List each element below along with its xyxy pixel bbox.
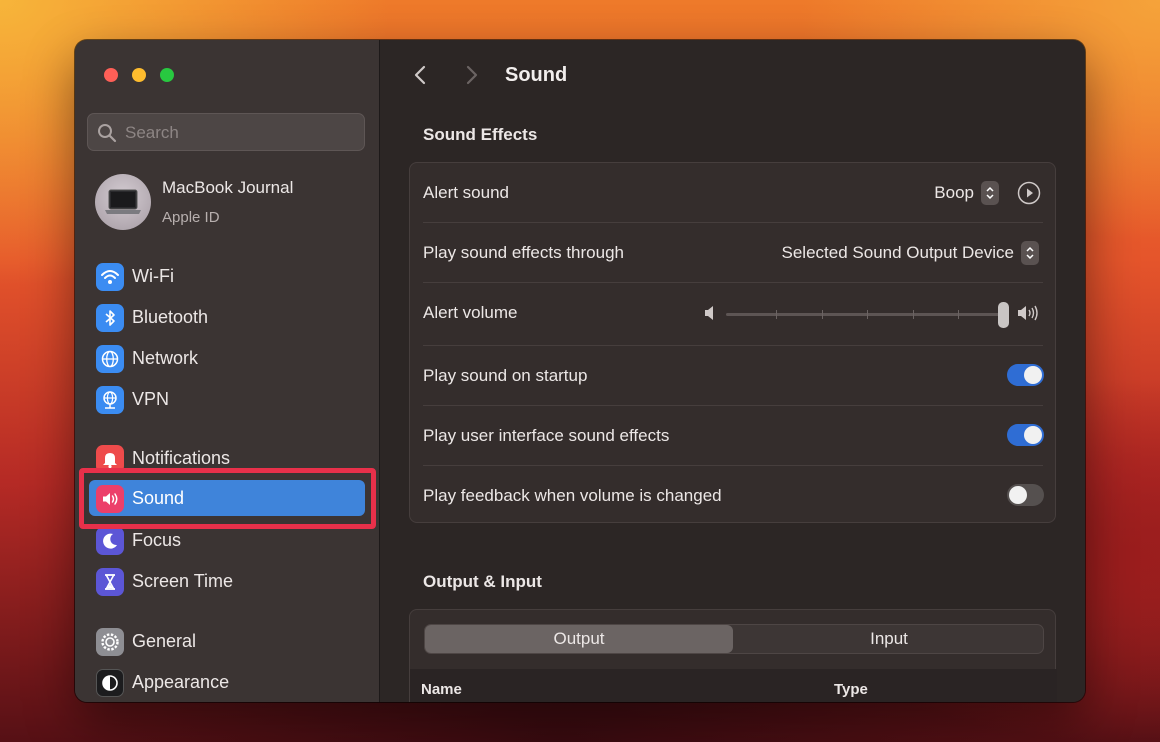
forward-chevron-icon[interactable] xyxy=(460,64,482,86)
search-placeholder: Search xyxy=(125,123,179,142)
sidebar-item-label: Focus xyxy=(132,530,182,550)
slider-thumb[interactable] xyxy=(998,302,1009,328)
ui-sound-effects-toggle[interactable] xyxy=(1007,424,1044,446)
sidebar-item-appearance[interactable]: Appearance xyxy=(89,664,365,700)
system-settings-window: Search MacBook Journal Apple ID Wi-Fi Bl… xyxy=(75,40,1085,702)
main-pane: Sound Sound Effects Alert sound Boop Pla… xyxy=(380,40,1085,702)
alert-volume-slider[interactable] xyxy=(726,300,1009,330)
volume-high-icon xyxy=(1018,305,1038,321)
slider-tick xyxy=(776,310,777,319)
sidebar-item-label: Wi-Fi xyxy=(132,266,174,286)
play-effects-through-value[interactable]: Selected Sound Output Device xyxy=(782,243,1014,263)
account-subtitle: Apple ID xyxy=(162,209,220,226)
highlight-annotation-box xyxy=(79,468,376,529)
updown-chevron-icon xyxy=(1026,246,1034,260)
laptop-icon xyxy=(105,189,141,214)
sidebar-item-label: General xyxy=(132,631,197,651)
account-name: MacBook Journal xyxy=(162,178,294,197)
sidebar-item-screen-time[interactable]: Screen Time xyxy=(89,563,365,599)
sidebar-item-label: Notifications xyxy=(132,448,231,468)
sidebar-item-wifi[interactable]: Wi-Fi xyxy=(89,258,365,294)
volume-feedback-label: Play feedback when volume is changed xyxy=(423,486,722,505)
section-title-output-input: Output & Input xyxy=(423,572,542,591)
slider-tick xyxy=(958,310,959,319)
tab-input[interactable]: Input xyxy=(735,625,1043,653)
gear-icon xyxy=(96,628,124,656)
page-title: Sound xyxy=(505,64,568,86)
play-icon[interactable] xyxy=(1017,181,1041,205)
column-header-type[interactable]: Type xyxy=(834,681,868,698)
alert-volume-row: Alert volume xyxy=(410,283,1057,345)
alert-volume-label: Alert volume xyxy=(423,303,518,322)
alert-sound-label: Alert sound xyxy=(423,183,509,202)
toggle-knob xyxy=(1009,486,1027,504)
play-effects-through-popup-button[interactable] xyxy=(1021,241,1039,265)
apple-id-account[interactable]: MacBook Journal Apple ID xyxy=(95,174,365,234)
toggle-knob xyxy=(1024,366,1042,384)
search-input[interactable]: Search xyxy=(87,113,365,151)
alert-sound-value[interactable]: Boop xyxy=(934,183,974,203)
updown-chevron-icon xyxy=(986,186,994,200)
zoom-window-button[interactable] xyxy=(160,68,174,82)
tab-output[interactable]: Output xyxy=(425,625,733,653)
wifi-icon xyxy=(96,263,124,291)
sidebar-item-general[interactable]: General xyxy=(89,623,365,659)
avatar xyxy=(95,174,151,230)
sidebar-item-label: Appearance xyxy=(132,672,230,692)
back-chevron-icon[interactable] xyxy=(410,64,432,86)
output-input-card: Output Input Name Type xyxy=(409,609,1057,702)
play-effects-through-row: Play sound effects through Selected Soun… xyxy=(410,223,1057,282)
device-table-header: Name Type xyxy=(410,669,1057,702)
slider-tick xyxy=(913,310,914,319)
alert-sound-row: Alert sound Boop xyxy=(410,163,1057,222)
vpn-globe-icon xyxy=(96,386,124,414)
sidebar-item-label: VPN xyxy=(132,389,170,409)
volume-feedback-row: Play feedback when volume is changed xyxy=(410,466,1057,523)
sidebar-item-label: Network xyxy=(132,348,199,368)
sidebar-item-label: Bluetooth xyxy=(132,307,209,327)
slider-tick xyxy=(867,310,868,319)
sidebar-item-network[interactable]: Network xyxy=(89,340,365,376)
toggle-knob xyxy=(1024,426,1042,444)
startup-sound-row: Play sound on startup xyxy=(410,346,1057,405)
close-window-button[interactable] xyxy=(104,68,118,82)
column-header-name[interactable]: Name xyxy=(421,681,462,698)
startup-sound-label: Play sound on startup xyxy=(423,366,588,385)
hourglass-icon xyxy=(96,568,124,596)
ui-sound-effects-row: Play user interface sound effects xyxy=(410,406,1057,465)
play-effects-through-label: Play sound effects through xyxy=(423,243,624,262)
moon-icon xyxy=(96,527,124,555)
search-icon xyxy=(98,124,117,143)
globe-icon xyxy=(96,345,124,373)
startup-sound-toggle[interactable] xyxy=(1007,364,1044,386)
volume-low-icon xyxy=(705,306,713,320)
sidebar-item-bluetooth[interactable]: Bluetooth xyxy=(89,299,365,335)
sound-effects-card: Alert sound Boop Play sound effects thro… xyxy=(409,162,1056,523)
section-title-sound-effects: Sound Effects xyxy=(423,125,538,144)
slider-tick xyxy=(822,310,823,319)
bluetooth-icon xyxy=(96,304,124,332)
volume-feedback-toggle[interactable] xyxy=(1007,484,1044,506)
sidebar-item-vpn[interactable]: VPN xyxy=(89,381,365,417)
sidebar: Search MacBook Journal Apple ID Wi-Fi Bl… xyxy=(75,40,380,702)
output-input-segmented-control: Output Input xyxy=(424,624,1044,654)
sidebar-item-label: Screen Time xyxy=(132,571,234,591)
ui-sound-effects-label: Play user interface sound effects xyxy=(423,426,670,445)
appearance-icon xyxy=(96,669,124,697)
minimize-window-button[interactable] xyxy=(132,68,146,82)
alert-sound-popup-button[interactable] xyxy=(981,181,999,205)
